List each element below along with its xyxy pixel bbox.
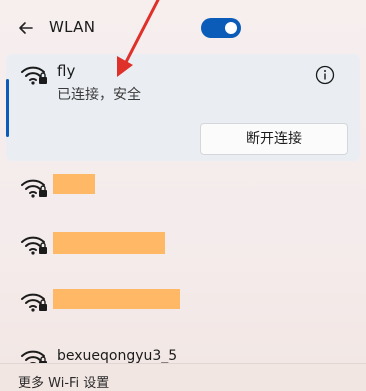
wlan-panel: WLAN fly 已连接，安全 断开连接 bexueqongyu3_5 更多 W… (0, 0, 366, 391)
toggle-knob (225, 22, 237, 34)
selection-accent (6, 79, 9, 137)
more-wifi-settings-label: 更多 Wi-Fi 设置 (18, 376, 110, 391)
redacted-network-name (53, 232, 165, 254)
wifi-secured-icon (21, 293, 47, 312)
disconnect-button[interactable]: 断开连接 (200, 123, 348, 155)
wlan-toggle[interactable] (201, 18, 241, 38)
network-list-item[interactable] (0, 222, 366, 270)
connected-network-card[interactable]: fly 已连接，安全 断开连接 (6, 54, 360, 161)
network-list-item[interactable] (0, 279, 366, 327)
network-name: bexueqongyu3_5 (57, 348, 178, 364)
network-status: 已连接，安全 (57, 87, 141, 103)
wifi-secured-icon (21, 179, 47, 198)
network-list-item[interactable] (0, 165, 366, 213)
back-arrow-icon[interactable] (14, 16, 38, 40)
wifi-secured-icon (21, 66, 47, 85)
network-name: fly (57, 62, 76, 80)
redacted-network-name (53, 174, 95, 194)
redacted-network-name (53, 289, 180, 309)
wlan-header: WLAN (0, 0, 366, 54)
info-icon[interactable] (315, 65, 335, 85)
page-title: WLAN (49, 18, 96, 36)
wifi-secured-icon (21, 236, 47, 255)
more-wifi-settings-link[interactable]: 更多 Wi-Fi 设置 (0, 363, 366, 391)
